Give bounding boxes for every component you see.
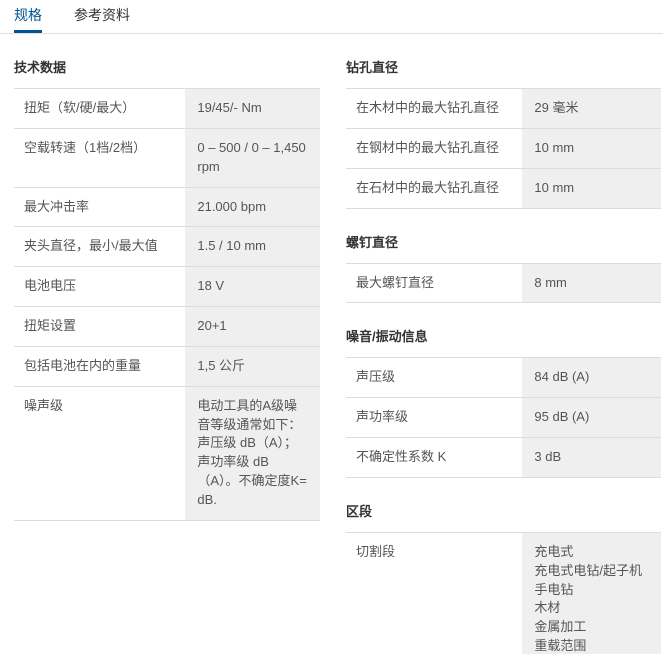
table-row: 包括电池在内的重量 1,5 公斤 xyxy=(14,346,320,386)
table-row: 噪声级 电动工具的A级噪音等级通常如下： 声压级 dB（A）； 声功率级 dB（… xyxy=(14,386,320,521)
row-label: 最大螺钉直径 xyxy=(346,264,522,303)
row-value: 1.5 / 10 mm xyxy=(185,227,320,266)
row-value: 10 mm xyxy=(522,129,661,168)
table-row: 扭矩设置 20+1 xyxy=(14,306,320,346)
tab-reference-materials[interactable]: 参考资料 xyxy=(74,0,130,33)
technical-data-table: 扭矩（软/硬/最大） 19/45/- Nm 空载转速（1档/2档） 0 – 50… xyxy=(14,88,320,521)
row-label: 不确定性系数 K xyxy=(346,438,522,477)
table-row: 在钢材中的最大钻孔直径 10 mm xyxy=(346,128,661,168)
table-row: 最大螺钉直径 8 mm xyxy=(346,263,661,304)
row-value: 29 毫米 xyxy=(522,89,661,128)
section-title-segments: 区段 xyxy=(346,501,661,520)
row-value: 1,5 公斤 xyxy=(185,347,320,386)
row-label: 声压级 xyxy=(346,358,522,397)
row-value: 10 mm xyxy=(522,169,661,208)
row-value: 19/45/- Nm xyxy=(185,89,320,128)
table-row: 声压级 84 dB (A) xyxy=(346,357,661,397)
row-label: 在石材中的最大钻孔直径 xyxy=(346,169,522,208)
table-row: 最大冲击率 21.000 bpm xyxy=(14,187,320,227)
row-value: 电动工具的A级噪音等级通常如下： 声压级 dB（A）； 声功率级 dB（A）。不… xyxy=(185,387,320,520)
row-label: 在木材中的最大钻孔直径 xyxy=(346,89,522,128)
spec-content: 技术数据 扭矩（软/硬/最大） 19/45/- Nm 空载转速（1档/2档） 0… xyxy=(0,34,663,654)
table-row: 声功率级 95 dB (A) xyxy=(346,397,661,437)
row-label: 扭矩（软/硬/最大） xyxy=(14,89,185,128)
row-value: 21.000 bpm xyxy=(185,188,320,227)
row-label: 空载转速（1档/2档） xyxy=(14,129,185,187)
row-value: 8 mm xyxy=(522,264,661,303)
screw-diameter-table: 最大螺钉直径 8 mm xyxy=(346,263,661,304)
drilling-diameter-table: 在木材中的最大钻孔直径 29 毫米 在钢材中的最大钻孔直径 10 mm 在石材中… xyxy=(346,88,661,209)
table-row: 夹头直径，最小/最大值 1.5 / 10 mm xyxy=(14,226,320,266)
row-label: 夹头直径，最小/最大值 xyxy=(14,227,185,266)
table-row: 在石材中的最大钻孔直径 10 mm xyxy=(346,168,661,209)
row-label: 噪声级 xyxy=(14,387,185,520)
section-title-drilling-diameter: 钻孔直径 xyxy=(346,57,661,76)
row-value: 95 dB (A) xyxy=(522,398,661,437)
row-value: 3 dB xyxy=(522,438,661,477)
table-row: 扭矩（软/硬/最大） 19/45/- Nm xyxy=(14,88,320,128)
left-column: 技术数据 扭矩（软/硬/最大） 19/45/- Nm 空载转速（1档/2档） 0… xyxy=(14,34,320,654)
table-row: 在木材中的最大钻孔直径 29 毫米 xyxy=(346,88,661,128)
section-title-noise-vibration: 噪音/振动信息 xyxy=(346,326,661,345)
row-label: 扭矩设置 xyxy=(14,307,185,346)
row-value: 18 V xyxy=(185,267,320,306)
row-label: 包括电池在内的重量 xyxy=(14,347,185,386)
row-value: 充电式 充电式电钻/起子机 手电钻 木材 金属加工 重载范围 xyxy=(522,533,661,654)
row-label: 切割段 xyxy=(346,533,522,654)
section-title-screw-diameter: 螺钉直径 xyxy=(346,232,661,251)
row-value: 84 dB (A) xyxy=(522,358,661,397)
tab-specifications[interactable]: 规格 xyxy=(14,0,42,33)
table-row: 空载转速（1档/2档） 0 – 500 / 0 – 1,450 rpm xyxy=(14,128,320,187)
row-label: 电池电压 xyxy=(14,267,185,306)
table-row: 切割段 充电式 充电式电钻/起子机 手电钻 木材 金属加工 重载范围 xyxy=(346,532,661,654)
right-column: 钻孔直径 在木材中的最大钻孔直径 29 毫米 在钢材中的最大钻孔直径 10 mm… xyxy=(346,34,661,654)
section-title-technical-data: 技术数据 xyxy=(14,57,320,76)
segments-table: 切割段 充电式 充电式电钻/起子机 手电钻 木材 金属加工 重载范围 邮件部分 … xyxy=(346,532,661,654)
row-label: 在钢材中的最大钻孔直径 xyxy=(346,129,522,168)
table-row: 不确定性系数 K 3 dB xyxy=(346,437,661,478)
row-label: 声功率级 xyxy=(346,398,522,437)
tab-bar: 规格 参考资料 xyxy=(0,0,663,34)
table-row: 电池电压 18 V xyxy=(14,266,320,306)
row-value: 0 – 500 / 0 – 1,450 rpm xyxy=(185,129,320,187)
noise-vibration-table: 声压级 84 dB (A) 声功率级 95 dB (A) 不确定性系数 K 3 … xyxy=(346,357,661,478)
row-value: 20+1 xyxy=(185,307,320,346)
row-label: 最大冲击率 xyxy=(14,188,185,227)
